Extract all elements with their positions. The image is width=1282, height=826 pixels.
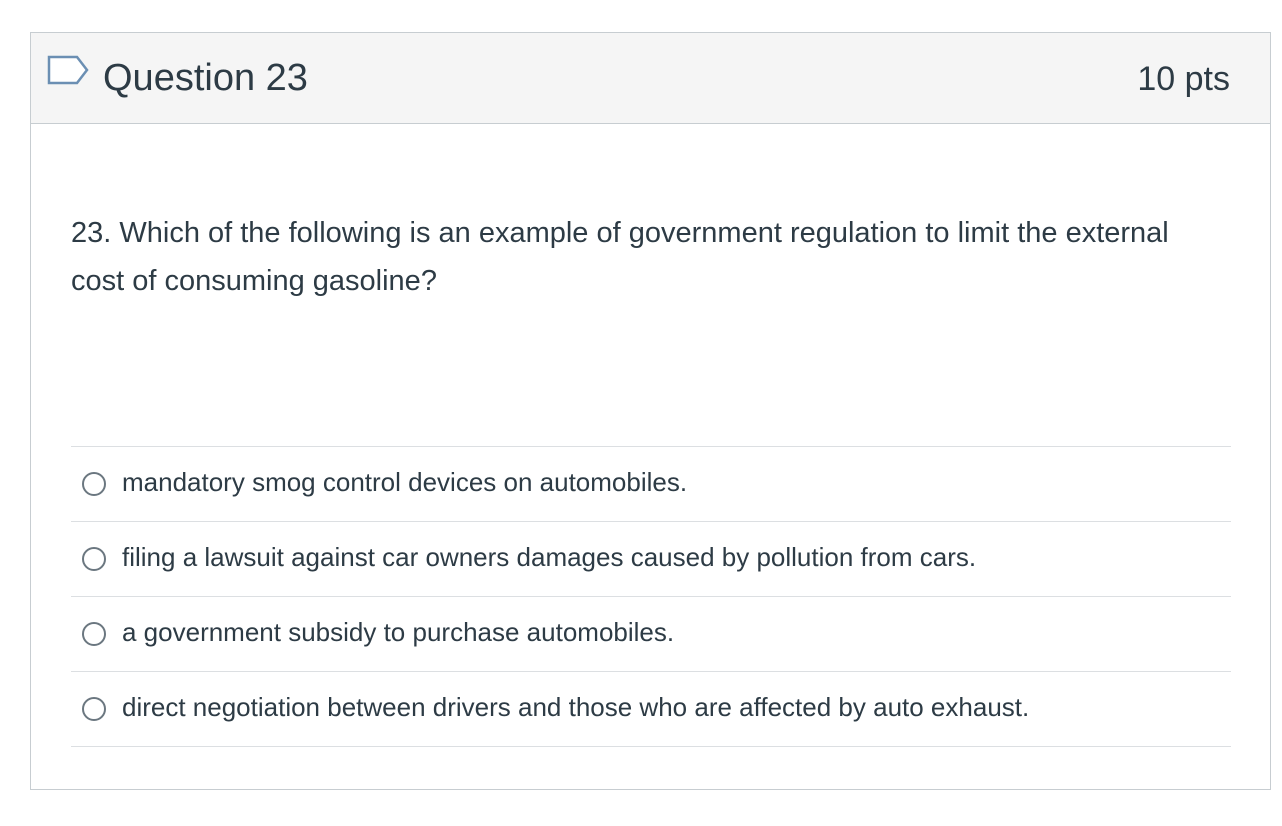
answer-list: mandatory smog control devices on automo… [71, 446, 1231, 747]
radio-button-icon[interactable] [82, 697, 106, 721]
radio-button-icon[interactable] [82, 472, 106, 496]
answer-label[interactable]: a government subsidy to purchase automob… [122, 614, 674, 650]
question-points: 10 pts [1137, 60, 1230, 98]
answer-label[interactable]: mandatory smog control devices on automo… [122, 464, 687, 500]
question-card: Question 23 10 pts 23. Which of the foll… [30, 32, 1271, 790]
question-header: Question 23 10 pts [31, 33, 1270, 124]
radio-button-icon[interactable] [82, 547, 106, 571]
answer-option[interactable]: a government subsidy to purchase automob… [71, 597, 1231, 672]
answer-option[interactable]: filing a lawsuit against car owners dama… [71, 522, 1231, 597]
question-title: Question 23 [103, 57, 308, 99]
answer-label[interactable]: direct negotiation between drivers and t… [122, 689, 1029, 725]
answer-option[interactable]: direct negotiation between drivers and t… [71, 672, 1231, 747]
answer-option[interactable]: mandatory smog control devices on automo… [71, 447, 1231, 522]
answer-label[interactable]: filing a lawsuit against car owners dama… [122, 539, 976, 575]
question-text: 23. Which of the following is an example… [71, 217, 1169, 297]
flag-question-icon[interactable] [47, 53, 91, 89]
radio-button-icon[interactable] [82, 622, 106, 646]
